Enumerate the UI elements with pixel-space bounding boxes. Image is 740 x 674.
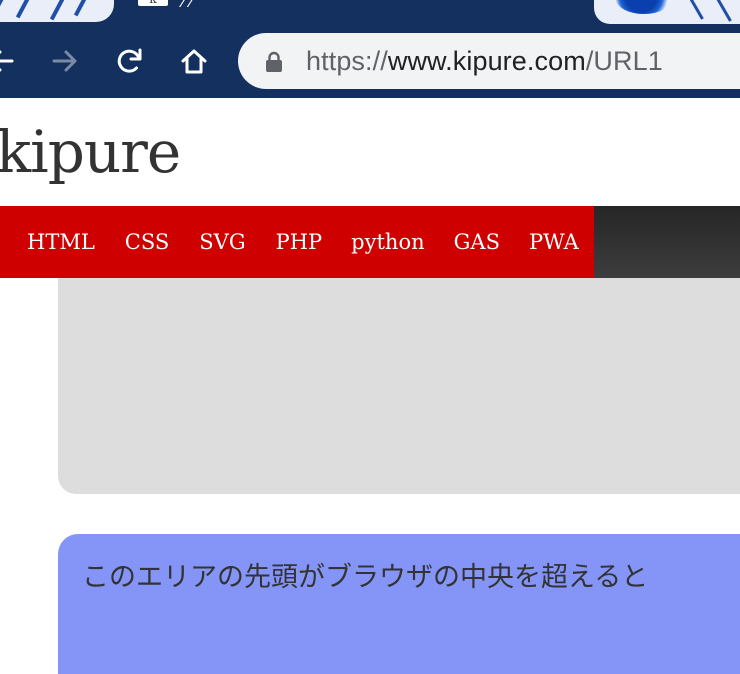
nav-item-php[interactable]: PHP bbox=[276, 230, 323, 254]
site-title[interactable]: kipure bbox=[0, 112, 181, 192]
nav-item-python[interactable]: python bbox=[351, 230, 424, 254]
nav-menu: HTML CSS SVG PHP python GAS PWA bbox=[0, 206, 594, 278]
tab-decoration-left bbox=[0, 0, 114, 22]
browser-toolbar: https://www.kipure.com/URL1 bbox=[0, 26, 740, 98]
notice-block: このエリアの先頭がブラウザの中央を超えると bbox=[58, 534, 740, 674]
browser-chrome: k ⁄ ⁄ bbox=[0, 0, 740, 98]
notice-text: このエリアの先頭がブラウザの中央を超えると bbox=[82, 562, 649, 593]
reload-icon bbox=[117, 48, 142, 73]
nav-item-svg[interactable]: SVG bbox=[199, 230, 245, 254]
home-button[interactable] bbox=[177, 44, 211, 78]
back-button[interactable] bbox=[0, 44, 18, 78]
tab-favicon[interactable]: k bbox=[138, 0, 168, 6]
address-bar[interactable]: https://www.kipure.com/URL1 bbox=[238, 33, 740, 89]
nav-item-pwa[interactable]: PWA bbox=[529, 230, 579, 254]
nav-item-css[interactable]: CSS bbox=[125, 230, 169, 254]
global-nav: HTML CSS SVG PHP python GAS PWA bbox=[0, 206, 740, 278]
url-path: /URL1 bbox=[585, 46, 663, 76]
arrow-right-icon bbox=[52, 50, 77, 72]
tab-strip: k ⁄ ⁄ bbox=[0, 0, 740, 26]
url-text[interactable]: https://www.kipure.com/URL1 bbox=[306, 45, 663, 77]
lock-icon[interactable] bbox=[262, 50, 286, 74]
nav-item-gas[interactable]: GAS bbox=[454, 230, 500, 254]
tab-decoration-right bbox=[594, 0, 740, 24]
home-icon bbox=[181, 49, 207, 74]
forward-button[interactable] bbox=[48, 44, 82, 78]
tab-title[interactable]: ⁄ ⁄ bbox=[182, 0, 192, 11]
nav-item-html[interactable]: HTML bbox=[27, 230, 95, 254]
placeholder-block bbox=[58, 278, 740, 494]
url-scheme: https:// bbox=[306, 46, 388, 76]
arrow-left-icon bbox=[0, 50, 14, 72]
url-host: www.kipure.com bbox=[387, 46, 586, 76]
reload-button[interactable] bbox=[113, 44, 147, 78]
